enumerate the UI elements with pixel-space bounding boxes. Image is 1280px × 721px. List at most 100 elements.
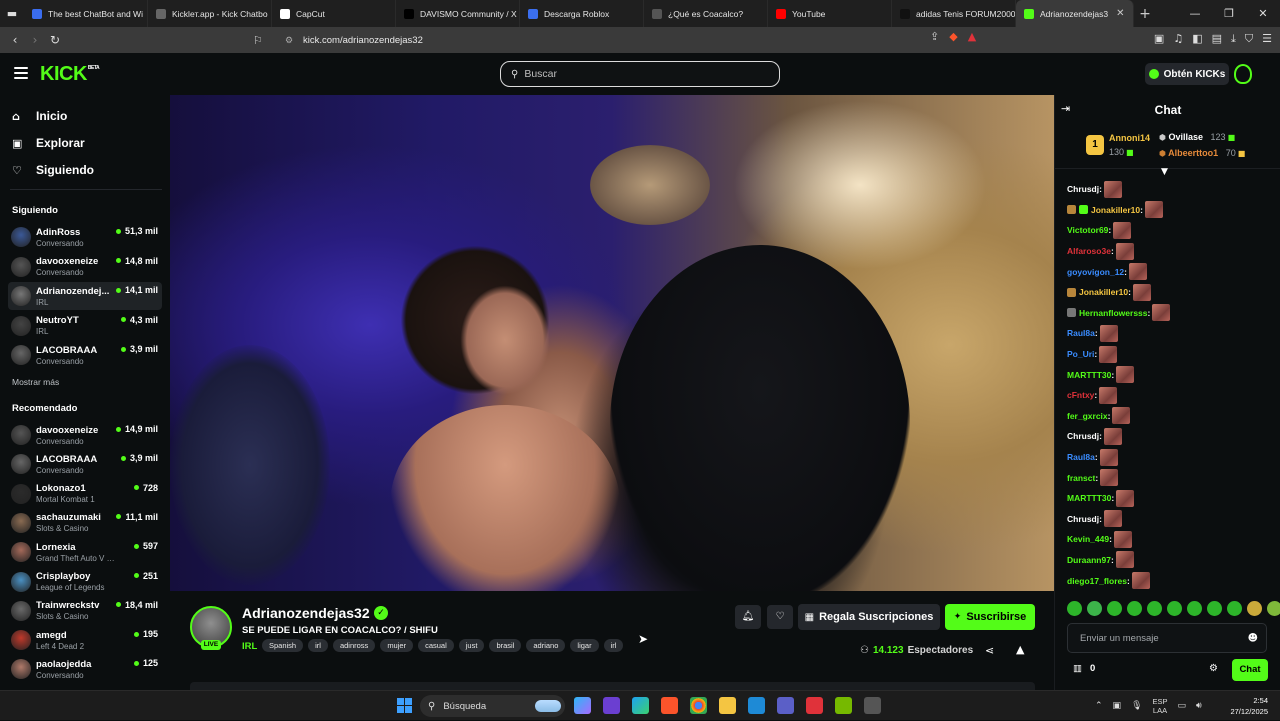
visual-studio-icon[interactable] [603,697,620,714]
channel-row[interactable]: davooxeneize Conversando 14,9 mil [8,421,162,449]
close-tab-icon[interactable]: ✕ [1116,8,1124,19]
browser-tab[interactable]: Descarga Roblox [520,0,644,27]
chat-username[interactable]: Chrusdj [1067,514,1099,524]
site-info-icon[interactable]: ⚙ [285,35,299,46]
chat-username[interactable]: fransct [1067,473,1095,483]
channel-row[interactable]: Lokonazo1 Mortal Kombat 1 728 [8,480,162,508]
chat-username[interactable]: Raul8a [1067,328,1095,338]
gift-subs-button[interactable]: ▦ Regala Suscripciones [798,604,940,630]
browser-main-menu-icon[interactable]: ☰ [1262,32,1272,46]
quick-emote-icon[interactable] [1247,601,1262,616]
chat-message[interactable]: MARTTT30: [1067,488,1275,509]
brave-shield-icon[interactable]: ◆ [949,30,957,43]
chat-message[interactable]: Jonakiller10: [1067,200,1275,221]
chat-message[interactable]: fer_gxrcix: [1067,406,1275,427]
channel-row[interactable]: Lornexia Grand Theft Auto V (G... 597 [8,538,162,566]
chat-message[interactable]: Raul8a: [1067,323,1275,344]
chat-settings-icon[interactable]: ⚙ [1209,663,1218,674]
forward-icon[interactable]: › [25,33,45,47]
teams-icon[interactable] [777,697,794,714]
windows-start-icon[interactable] [397,698,412,713]
chat-message[interactable]: Victotor69: [1067,220,1275,241]
quick-emote-icon[interactable] [1067,601,1082,616]
chat-message[interactable]: Alfaroso3e: [1067,241,1275,262]
filter-icon[interactable]: ▼ [1161,167,1168,177]
quick-emote-icon[interactable] [1207,601,1222,616]
copilot-icon[interactable] [574,697,591,714]
channel-row[interactable]: AdinRoss Conversando 51,3 mil [8,223,162,251]
chat-username[interactable]: cFntxy [1067,390,1094,400]
edge-icon[interactable] [632,697,649,714]
stream-tag[interactable]: irl [603,639,624,652]
media-icon[interactable]: ♫ [1173,32,1183,46]
chat-message[interactable]: Kevin_449: [1067,529,1275,550]
chat-input-box[interactable]: ☻ [1067,623,1267,653]
volume-icon[interactable]: 🔊︎ [1196,701,1202,711]
browser-tab[interactable]: CapCut [272,0,396,27]
brave-rewards-icon[interactable]: ▲ [968,30,976,43]
quick-emote-icon[interactable] [1127,601,1142,616]
channel-row[interactable]: Adrianozendej... IRL 14,1 mil [8,282,162,310]
close-window-icon[interactable]: ✕ [1246,7,1280,20]
browser-tab[interactable]: Kickleт.app - Kick Chatbo [148,0,272,27]
get-kicks-button[interactable]: Obtén KICKs [1145,63,1229,85]
chat-username[interactable]: MARTTT30 [1067,370,1111,380]
chat-username[interactable]: MARTTT30 [1067,493,1111,503]
chat-message[interactable]: cFntxy: [1067,385,1275,406]
stream-tag[interactable]: irl [308,639,328,652]
quick-emote-icon[interactable] [1087,601,1102,616]
leaderboard-second[interactable]: ⬢ Ovillase 123 ■ [1159,132,1235,142]
extension-icon[interactable]: ▣ [1154,32,1164,46]
follow-heart-icon[interactable]: ♡ [767,605,793,629]
streamer-name[interactable]: Adrianozendejas32 [242,605,370,621]
browser-tab[interactable]: Adrianozendejas3 ✕ [1016,0,1134,27]
stream-tag[interactable]: casual [418,639,454,652]
chat-message[interactable]: fransct: [1067,467,1275,488]
stream-tag[interactable]: adriano [526,639,566,652]
chat-username[interactable]: goyovigon_12 [1067,267,1124,277]
channel-row[interactable]: LACOBRAAA Conversando 3,9 mil [8,450,162,478]
clock[interactable]: 2:54 27/12/2025 [1218,695,1268,717]
stream-tag[interactable]: mujer [380,639,414,652]
chat-message[interactable]: goyovigon_12: [1067,261,1275,282]
maximize-icon[interactable]: ❐ [1212,7,1246,20]
channel-row[interactable]: amegd Left 4 Dead 2 195 [8,626,162,654]
hamburger-menu-icon[interactable] [14,67,28,79]
chat-username[interactable]: Hernanflowersss [1079,308,1148,318]
chat-message[interactable]: Chrusdj: [1067,426,1275,447]
nav-item-siguiendo[interactable]: ♡ Siguiendo [12,163,94,177]
chat-username[interactable]: Victotor69 [1067,225,1108,235]
stream-category[interactable]: IRL [242,641,257,652]
microphone-icon[interactable]: 🎙︎ [1131,701,1142,711]
nvidia-icon[interactable] [835,697,852,714]
stream-tag[interactable]: brasil [489,639,522,652]
channel-row[interactable]: NeutroYT IRL 4,3 mil [8,312,162,340]
browser-tab[interactable]: The best ChatBot and Wi [24,0,148,27]
minimize-icon[interactable]: — [1178,7,1212,20]
download-icon[interactable]: ⤓ [1231,32,1236,46]
notification-bell-icon[interactable]: 🔔︎ [735,605,761,629]
chat-username[interactable]: Chrusdj [1067,431,1099,441]
quick-emote-icon[interactable] [1147,601,1162,616]
chat-message[interactable]: Raul8a: [1067,447,1275,468]
chat-username[interactable]: diego17_flores [1067,576,1127,586]
chat-message[interactable]: Po_Uri: [1067,344,1275,365]
leaderboard-first[interactable]: Annoni14 [1109,133,1150,143]
stream-tag[interactable]: adinross [332,639,376,652]
emoji-picker-icon[interactable]: ☻ [1248,633,1258,644]
input-language[interactable]: ESP LAA [1153,697,1168,715]
browser-tab[interactable]: DAVISMO Community / X [396,0,520,27]
channel-row[interactable]: sachauzumaki Slots & Casino 11,1 mil [8,509,162,537]
chat-username[interactable]: Duraann97 [1067,555,1111,565]
network-icon[interactable]: ▭ [1178,701,1187,711]
channel-row[interactable]: Crisplayboy League of Legends 251 [8,568,162,596]
search-input[interactable] [524,68,755,80]
quick-emote-icon[interactable] [1267,601,1280,616]
tray-app-icon[interactable]: ▣ [1113,701,1122,711]
kick-logo[interactable]: KICKBETA [40,63,100,86]
tray-chevron-icon[interactable]: ⌃ [1095,701,1103,711]
subscribe-button[interactable]: ✦ Suscribirse [945,604,1035,630]
channel-row[interactable]: LACOBRAAA Conversando 3,9 mil [8,341,162,369]
share-icon[interactable]: ⋖ [985,644,994,657]
chat-username[interactable]: Raul8a [1067,452,1095,462]
